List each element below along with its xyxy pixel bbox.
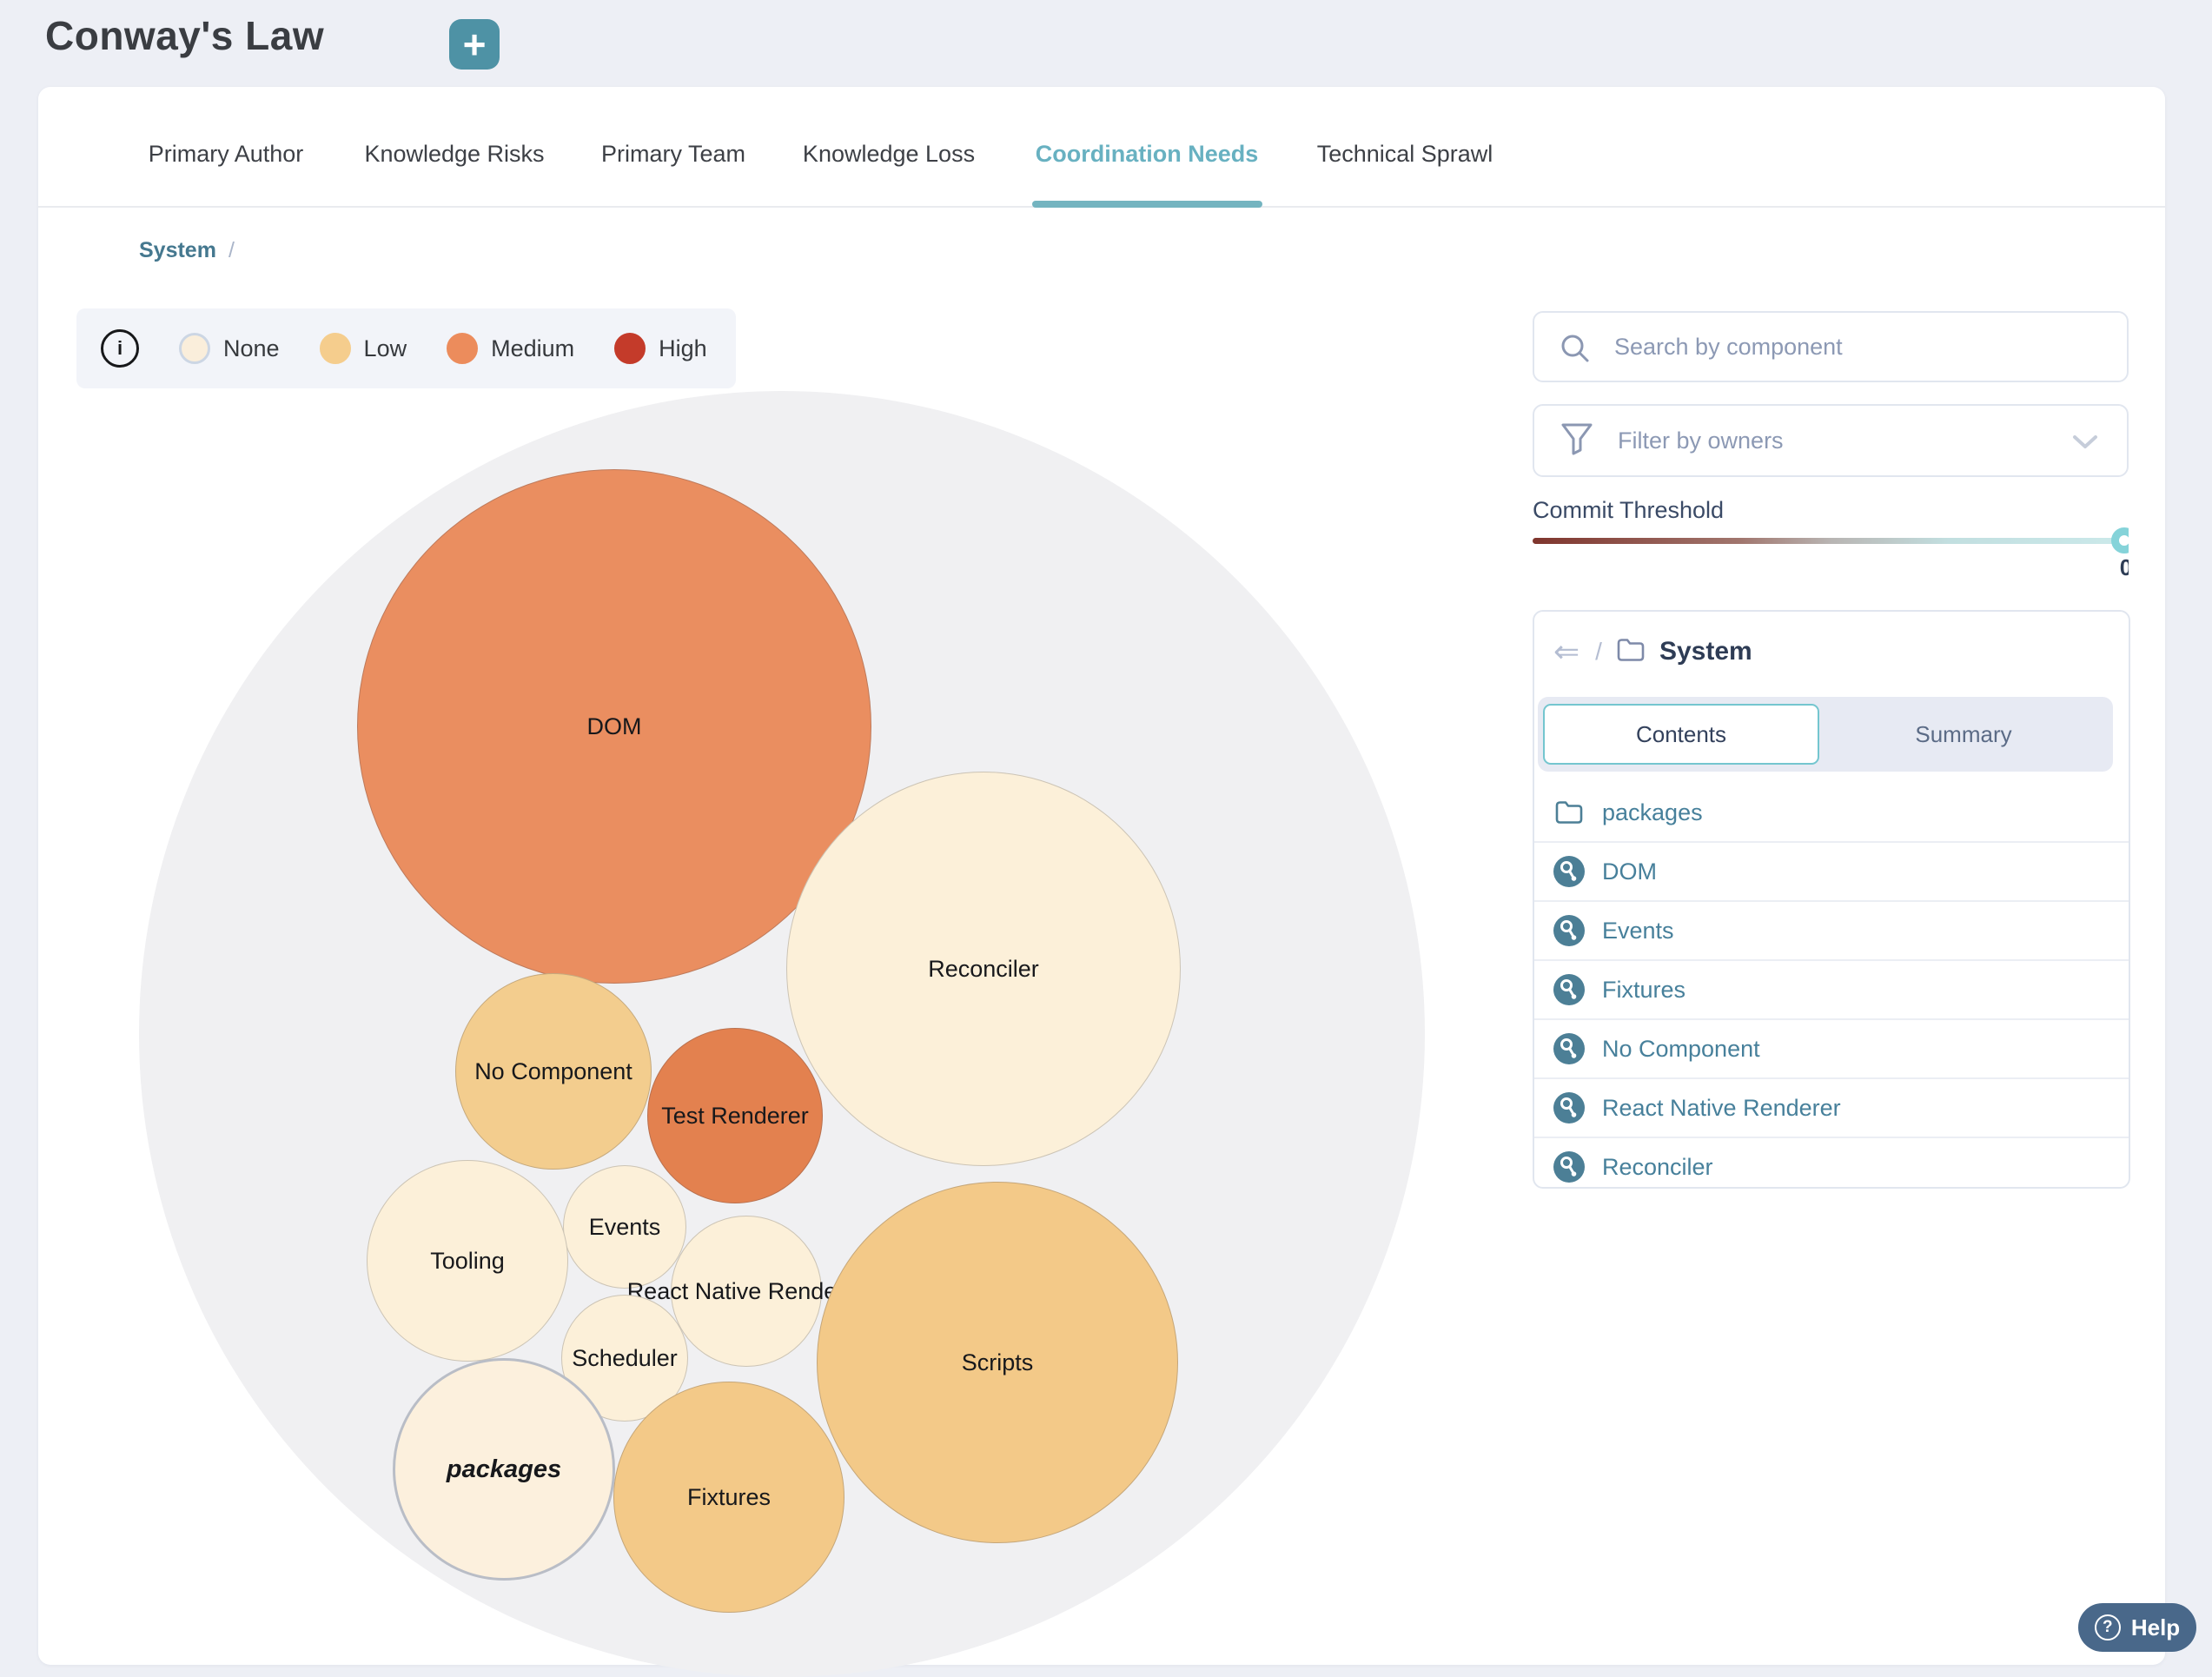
legend-item-medium: Medium [447,333,574,364]
panel-breadcrumb-separator: / [1595,638,1602,666]
bubble-label: Test Renderer [661,1103,809,1130]
slider-track[interactable] [1533,538,2127,544]
bubble-tooling[interactable]: Tooling [367,1160,568,1362]
component-icon [1553,1151,1585,1183]
search-input[interactable] [1534,313,2127,381]
info-icon[interactable]: i [101,329,139,368]
tab-coordination-needs[interactable]: Coordination Needs [1036,141,1259,168]
tab-primary-author[interactable]: Primary Author [149,141,304,168]
bubble-packages[interactable]: packages [393,1358,615,1581]
slider-value: 0 [2111,554,2129,581]
bubble-label: Reconciler [928,956,1039,983]
tab-contents[interactable]: Contents [1543,704,1819,765]
filter-icon [1560,421,1593,461]
bubble-scripts[interactable]: Scripts [817,1182,1178,1543]
panel-title: System [1659,637,1752,666]
list-item-label: packages [1602,799,1703,826]
panel-tab-switcher: Contents Summary [1538,697,2113,772]
bubble-label: DOM [587,713,642,740]
list-item-label: Fixtures [1602,977,1685,1004]
legend-item-none: None [179,333,280,364]
bubble-label: No Component [474,1058,632,1085]
breadcrumb-current[interactable]: System [139,238,216,262]
list-item-react-native-renderer[interactable]: React Native Renderer [1534,1079,2129,1138]
question-mark-icon: ? [2095,1614,2121,1641]
legend-items: None Low Medium High [139,333,707,364]
list-item-dom[interactable]: DOM [1534,843,2129,902]
legend-label: Medium [491,335,574,362]
bubble-events[interactable]: Events [563,1165,686,1289]
legend-dot-high [614,333,646,364]
add-button[interactable]: + [449,19,500,70]
panel-header: ⇐ / System [1553,636,1752,667]
search-box [1533,311,2129,382]
legend-item-high: High [614,333,707,364]
component-icon [1553,856,1585,887]
list-item-packages[interactable]: packages [1534,784,2129,843]
legend-label: Low [364,335,407,362]
breadcrumb[interactable]: System / [139,238,235,263]
component-list: packages DOM Events Fixtures No Component Rea… [1534,784,2129,1196]
system-detail-panel: ⇐ / System Contents Summary packages DOM E… [1533,610,2130,1189]
commit-threshold-slider: 0 [1533,520,2129,587]
bubble-test-renderer[interactable]: Test Renderer [647,1028,823,1203]
tab-technical-sprawl[interactable]: Technical Sprawl [1317,141,1493,168]
legend-label: None [223,335,280,362]
active-tab-underline [1032,201,1262,208]
back-arrow-icon[interactable]: ⇐ [1553,636,1580,667]
page-title: Conway's Law [45,12,324,59]
tab-primary-team[interactable]: Primary Team [601,141,745,168]
bubble-reconciler[interactable]: Reconciler [786,772,1181,1166]
component-icon [1553,1092,1585,1124]
folder-icon [1553,797,1585,828]
tab-knowledge-risks[interactable]: Knowledge Risks [364,141,544,168]
bubble-label: Tooling [430,1248,505,1275]
legend-item-low: Low [320,333,407,364]
list-item-label: Reconciler [1602,1154,1713,1181]
bubble-label: Scripts [962,1349,1034,1376]
list-item-no-component[interactable]: No Component [1534,1020,2129,1079]
bubble-dom[interactable]: DOM [357,469,871,984]
bubble-label: Fixtures [687,1484,771,1511]
folder-icon [1616,637,1646,667]
tab-knowledge-loss[interactable]: Knowledge Loss [803,141,975,168]
bubble-label: Events [589,1214,661,1241]
tab-summary[interactable]: Summary [1819,704,2108,765]
bubble-react-native-renderer[interactable]: React Native Renderer [671,1216,822,1367]
filter-by-owners-dropdown[interactable]: Filter by owners [1533,404,2129,477]
chevron-down-icon[interactable] [2071,434,2099,455]
legend-bar: i None Low Medium High [76,308,736,388]
legend-label: High [659,335,707,362]
breadcrumb-separator: / [228,238,235,262]
bubble-label: Scheduler [572,1345,678,1372]
list-item-reconciler[interactable]: Reconciler [1534,1138,2129,1196]
filter-label: Filter by owners [1618,428,1784,454]
component-icon [1553,974,1585,1005]
list-item-events[interactable]: Events [1534,902,2129,961]
list-item-label: React Native Renderer [1602,1095,1841,1122]
legend-dot-none [179,333,210,364]
help-label: Help [2131,1614,2180,1641]
bubble-fixtures[interactable]: Fixtures [613,1382,844,1613]
legend-dot-medium [447,333,478,364]
list-item-label: Events [1602,918,1674,945]
help-button[interactable]: ? Help [2078,1603,2196,1652]
component-icon [1553,1033,1585,1064]
bubble-label: packages [447,1455,561,1484]
component-icon [1553,915,1585,946]
slider-handle[interactable] [2111,527,2129,553]
bubble-no-component[interactable]: No Component [455,973,652,1170]
list-item-label: No Component [1602,1036,1760,1063]
list-item-label: DOM [1602,858,1657,885]
legend-dot-low [320,333,351,364]
list-item-fixtures[interactable]: Fixtures [1534,961,2129,1020]
